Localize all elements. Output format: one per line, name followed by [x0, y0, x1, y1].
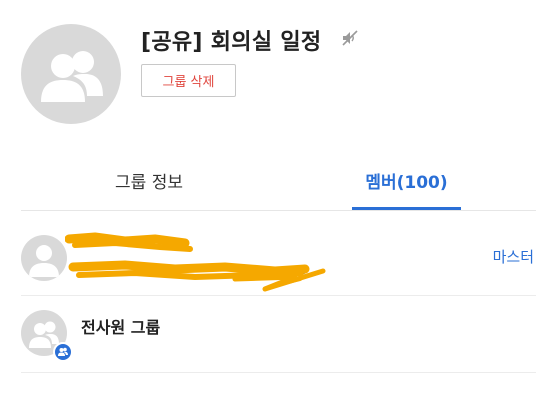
group-title: [공유] 회의실 일정: [141, 30, 322, 55]
tab-members[interactable]: 멤버(100): [352, 160, 461, 210]
group-people-icon: [41, 51, 103, 102]
delete-group-button[interactable]: 그룹 삭제: [141, 64, 236, 97]
group-detail-page: [공유] 회의실 일정 그룹 삭제 그룹 정보 멤버(100) om 마스터 전…: [0, 0, 558, 411]
member-name: 전사원 그룹: [81, 318, 161, 337]
member-row[interactable]: 전사원 그룹: [21, 296, 536, 373]
group-badge: [53, 342, 73, 362]
avatar: [21, 235, 67, 281]
member-row[interactable]: om 마스터: [21, 221, 536, 296]
tab-bar: 그룹 정보 멤버(100): [21, 160, 536, 211]
mute-speaker-icon[interactable]: [341, 29, 359, 47]
redaction-scribble: [65, 232, 326, 292]
group-people-icon: [58, 347, 68, 356]
member-role-badge: 마스터: [492, 248, 534, 266]
person-icon: [29, 245, 59, 277]
group-avatar: [21, 24, 121, 124]
tab-group-info[interactable]: 그룹 정보: [61, 160, 237, 209]
